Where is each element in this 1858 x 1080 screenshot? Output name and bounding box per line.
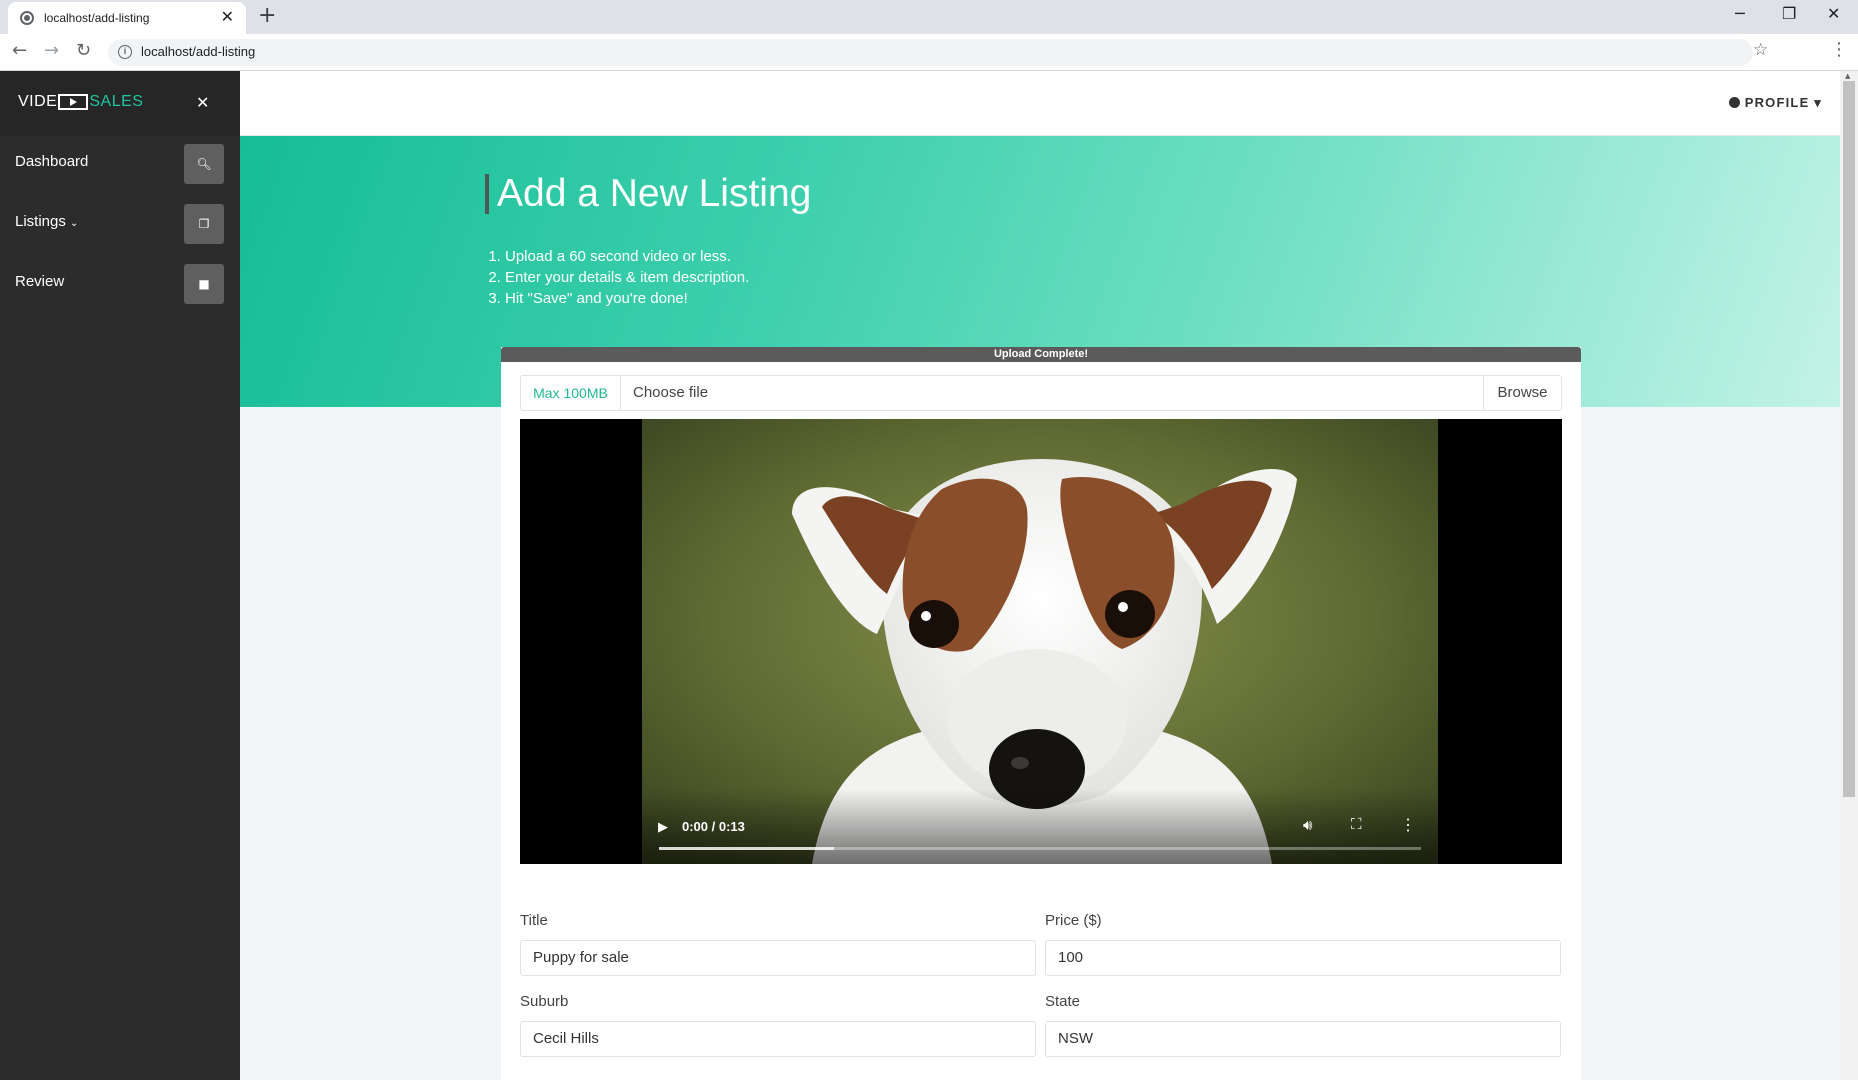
max-size-label: Max 100MB [521,376,621,410]
tab-title: localhost/add-listing [44,11,150,25]
sidebar: VIDE SALES ✕ Dashboard 🔍︎ Listings ⌄ ❐ Re… [0,71,240,1080]
video-buffered-range [659,847,835,850]
upload-progress-bar: Upload Complete! [501,347,1581,362]
bookmark-star-icon[interactable]: ☆ [1753,40,1768,60]
top-navbar: PROFILE ▾ [240,71,1840,136]
file-input[interactable]: Max 100MB Choose file Browse [520,375,1562,411]
video-time: 0:00 / 0:13 [682,819,745,834]
search-icon: 🔍︎ [184,144,224,184]
sidebar-item-listings[interactable]: Listings ⌄ ❐ [0,199,240,249]
sidebar-item-label: Dashboard [15,153,89,170]
sidebar-item-label: Listings ⌄ [15,213,79,230]
minimize-icon[interactable]: ─ [1735,4,1745,23]
fullscreen-icon[interactable]: ⛶ [1351,816,1362,833]
pin-icon[interactable]: ✕ [196,93,209,112]
instruction-step: Enter your details & item description. [505,267,749,288]
scrollbar-thumb[interactable] [1843,81,1855,797]
sidebar-item-review[interactable]: Review ■ [0,259,240,309]
profile-label: PROFILE [1744,95,1810,110]
suburb-input[interactable]: Cecil Hills [520,1021,1036,1057]
page-title: Add a New Listing [485,174,811,214]
video-player[interactable]: ▶ 0:00 / 0:13 🔊︎ ⛶ ⋮ [520,419,1562,864]
state-label: State [1045,993,1081,1010]
caret-down-icon: ▾ [1814,95,1822,110]
sidebar-item-label: Review [15,273,65,290]
chevron-down-icon: ⌄ [69,218,79,229]
browser-menu-icon[interactable]: ⋮ [1830,39,1848,60]
url-text[interactable]: localhost/add-listing [141,44,255,59]
window-close-icon[interactable]: ✕ [1827,4,1840,23]
restore-icon[interactable]: ❐ [1782,4,1796,23]
suburb-label: Suburb [520,993,569,1010]
file-name-placeholder[interactable]: Choose file [633,376,708,410]
brand-bar: VIDE SALES ✕ [0,71,240,136]
video-controls: ▶ 0:00 / 0:13 🔊︎ ⛶ ⋮ [642,789,1438,864]
page-scrollbar[interactable]: ▲ [1840,71,1858,1080]
price-input[interactable]: 100 [1045,940,1561,976]
instruction-step: Upload a 60 second video or less. [505,246,749,267]
reload-icon[interactable]: ↻ [76,41,91,61]
user-icon [1728,97,1740,108]
scroll-up-arrow-icon[interactable]: ▲ [1845,72,1850,80]
info-icon[interactable]: i [118,45,132,59]
more-options-icon[interactable]: ⋮ [1400,815,1416,835]
sidebar-item-dashboard[interactable]: Dashboard 🔍︎ [0,139,240,189]
title-input[interactable]: Puppy for sale [520,940,1036,976]
logo[interactable]: VIDE SALES [18,93,143,111]
back-icon[interactable]: ← [12,41,27,61]
note-icon: ■ [184,264,224,304]
play-logo-icon [58,94,89,110]
globe-icon [20,11,34,25]
instruction-step: Hit "Save" and you're done! [505,288,749,309]
state-input[interactable]: NSW [1045,1021,1561,1057]
close-tab-icon[interactable]: ✕ [221,8,234,26]
new-tab-button[interactable]: + [258,4,276,28]
listing-form-card: Upload Complete! Max 100MB Choose file B… [501,347,1581,1080]
logo-text-left: VIDE [18,93,58,110]
address-bar: ← → ↻ i localhost/add-listing ☆ ⋮ [0,34,1858,71]
video-seek-bar[interactable] [659,847,1421,850]
title-label: Title [520,912,548,929]
browse-button[interactable]: Browse [1483,376,1561,410]
volume-icon[interactable]: 🔊︎ [1303,817,1312,834]
forward-icon[interactable]: → [44,41,59,61]
play-icon[interactable]: ▶ [658,819,668,835]
instruction-list: Upload a 60 second video or less. Enter … [505,246,749,309]
logo-text-right: SALES [89,93,144,110]
browser-tab[interactable]: localhost/add-listing ✕ [8,2,246,34]
price-label: Price ($) [1045,912,1102,929]
omnibox[interactable]: i localhost/add-listing [108,39,1753,66]
browser-tabstrip: localhost/add-listing ✕ + ─ ❐ ✕ [0,0,1858,34]
copy-icon: ❐ [184,204,224,244]
profile-dropdown[interactable]: PROFILE ▾ [1728,95,1822,111]
